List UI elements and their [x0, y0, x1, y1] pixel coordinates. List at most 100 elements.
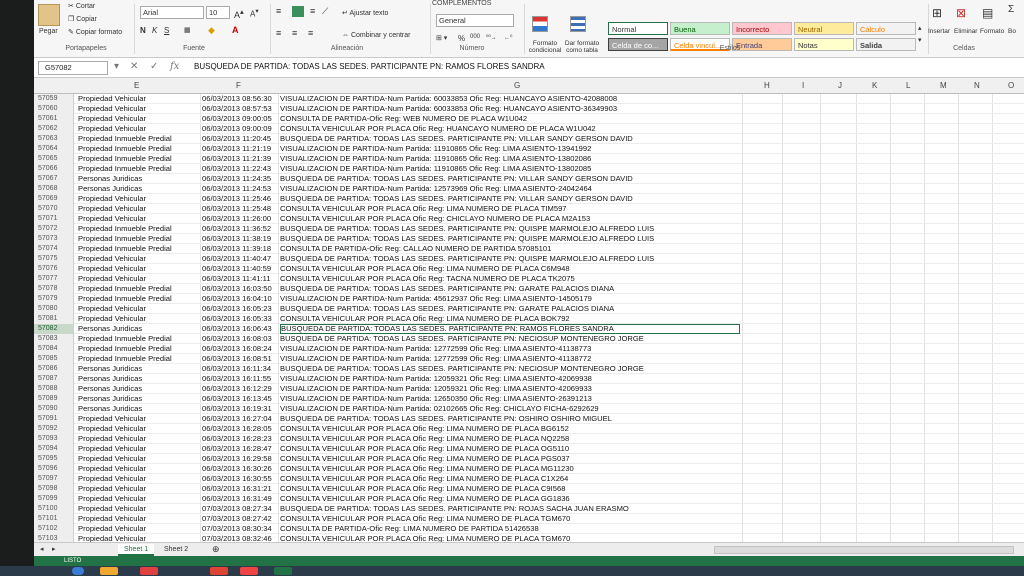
cell-f[interactable]: 06/03/2013 11:26:00: [202, 214, 278, 224]
cell-g[interactable]: BUSQUEDA DE PARTIDA: TODAS LAS SEDES. PA…: [280, 134, 740, 144]
cell-g[interactable]: CONSULTA VEHICULAR POR PLACA Ofic Reg: L…: [280, 434, 740, 444]
cell-g[interactable]: VISUALIZACION DE PARTIDA-Num Partida: 60…: [280, 94, 740, 104]
cell-g[interactable]: CONSULTA VEHICULAR POR PLACA Ofic Reg: H…: [280, 124, 740, 134]
cell-f[interactable]: 06/03/2013 16:27:04: [202, 414, 278, 424]
cell-e[interactable]: Propiedad Vehicular: [78, 264, 200, 274]
table-row[interactable]: 57098 Propiedad Vehicular 06/03/2013 16:31…: [34, 484, 1024, 494]
cell-e[interactable]: Propiedad Inmueble Predial: [78, 144, 200, 154]
cell-f[interactable]: 06/03/2013 11:21:19: [202, 144, 278, 154]
table-row[interactable]: 57080 Propiedad Vehicular 06/03/2013 16:05…: [34, 304, 1024, 314]
table-row[interactable]: 57086 Personas Juridicas 06/03/2013 16:11:…: [34, 364, 1024, 374]
row-header[interactable]: 57076: [34, 264, 74, 274]
cell-f[interactable]: 06/03/2013 16:04:10: [202, 294, 278, 304]
row-header[interactable]: 57080: [34, 304, 74, 314]
cell-g[interactable]: VISUALIZACION DE PARTIDA-Num Partida: 12…: [280, 184, 740, 194]
table-row[interactable]: 57099 Propiedad Vehicular 06/03/2013 16:31…: [34, 494, 1024, 504]
table-row[interactable]: 57062 Propiedad Vehicular 06/03/2013 09:00…: [34, 124, 1024, 134]
cell-g[interactable]: VISUALIZACION DE PARTIDA-Num Partida: 11…: [280, 154, 740, 164]
align-center-icon[interactable]: ≡: [292, 28, 297, 38]
cell-g[interactable]: CONSULTA VEHICULAR POR PLACA Ofic Reg: L…: [280, 314, 740, 324]
table-row[interactable]: 57083 Propiedad Inmueble Predial 06/03/201…: [34, 334, 1024, 344]
underline-button[interactable]: S: [164, 26, 169, 35]
cell-e[interactable]: Propiedad Vehicular: [78, 494, 200, 504]
sheet-tab-1[interactable]: Sheet 1: [118, 544, 155, 556]
cell-f[interactable]: 06/03/2013 11:24:35: [202, 174, 278, 184]
thousands-icon[interactable]: 000: [470, 34, 480, 40]
cell-e[interactable]: Propiedad Inmueble Predial: [78, 134, 200, 144]
table-row[interactable]: 57103 Propiedad Vehicular 07/03/2013 08:32…: [34, 534, 1024, 542]
cell-f[interactable]: 06/03/2013 16:05:23: [202, 304, 278, 314]
table-row[interactable]: 57100 Propiedad Vehicular 07/03/2013 08:27…: [34, 504, 1024, 514]
formula-input[interactable]: BUSQUEDA DE PARTIDA: TODAS LAS SEDES. PA…: [194, 62, 545, 71]
table-row[interactable]: 57076 Propiedad Vehicular 06/03/2013 11:40…: [34, 264, 1024, 274]
row-header[interactable]: 57095: [34, 454, 74, 464]
cell-f[interactable]: 06/03/2013 11:39:18: [202, 244, 278, 254]
cell-f[interactable]: 06/03/2013 16:28:05: [202, 424, 278, 434]
table-row[interactable]: 57079 Propiedad Inmueble Predial 06/03/201…: [34, 294, 1024, 304]
cell-g[interactable]: CONSULTA VEHICULAR POR PLACA Ofic Reg: L…: [280, 534, 740, 542]
row-header[interactable]: 57087: [34, 374, 74, 384]
cell-f[interactable]: 06/03/2013 09:00:09: [202, 124, 278, 134]
row-header[interactable]: 57099: [34, 494, 74, 504]
cell-e[interactable]: Personas Juridicas: [78, 384, 200, 394]
table-row[interactable]: 57074 Propiedad Inmueble Predial 06/03/201…: [34, 244, 1024, 254]
row-header[interactable]: 57085: [34, 354, 74, 364]
cell-f[interactable]: 07/03/2013 08:30:34: [202, 524, 278, 534]
column-header-e[interactable]: E: [134, 81, 139, 90]
currency-icon[interactable]: ⊞ ▾: [436, 34, 447, 42]
table-row[interactable]: 57061 Propiedad Vehicular 06/03/2013 09:00…: [34, 114, 1024, 124]
cell-g[interactable]: BUSQUEDA DE PARTIDA: TODAS LAS SEDES. PA…: [280, 284, 740, 294]
font-size-select[interactable]: 10: [206, 6, 230, 19]
table-row[interactable]: 57097 Propiedad Vehicular 06/03/2013 16:30…: [34, 474, 1024, 484]
table-row[interactable]: 57093 Propiedad Vehicular 06/03/2013 16:28…: [34, 434, 1024, 444]
cell-f[interactable]: 06/03/2013 16:12:29: [202, 384, 278, 394]
cell-e[interactable]: Propiedad Vehicular: [78, 214, 200, 224]
fill-color-icon[interactable]: ◆: [208, 25, 215, 36]
cell-g[interactable]: CONSULTA DE PARTIDA-Ofic Reg: WEB NUMERO…: [280, 114, 740, 124]
cell-f[interactable]: 06/03/2013 11:41:11: [202, 274, 278, 284]
table-row[interactable]: 57070 Propiedad Vehicular 06/03/2013 11:25…: [34, 204, 1024, 214]
font-color-icon[interactable]: A: [232, 25, 239, 35]
cell-f[interactable]: 06/03/2013 16:08:51: [202, 354, 278, 364]
cell-f[interactable]: 06/03/2013 16:30:55: [202, 474, 278, 484]
table-row[interactable]: 57084 Propiedad Inmueble Predial 06/03/201…: [34, 344, 1024, 354]
cell-e[interactable]: Propiedad Inmueble Predial: [78, 334, 200, 344]
row-header[interactable]: 57070: [34, 204, 74, 214]
cell-g[interactable]: CONSULTA VEHICULAR POR PLACA Ofic Reg: L…: [280, 424, 740, 434]
cell-e[interactable]: Propiedad Inmueble Predial: [78, 234, 200, 244]
cell-e[interactable]: Propiedad Vehicular: [78, 274, 200, 284]
explorer-taskbar-icon[interactable]: [100, 567, 118, 575]
cell-g[interactable]: CONSULTA DE PARTIDA-Ofic Reg: LIMA NUMER…: [280, 524, 740, 534]
increase-decimal-icon[interactable]: ⁰⁰→: [486, 34, 497, 41]
cell-f[interactable]: 06/03/2013 16:28:47: [202, 444, 278, 454]
cell-f[interactable]: 06/03/2013 16:19:31: [202, 404, 278, 414]
cell-e[interactable]: Propiedad Vehicular: [78, 314, 200, 324]
cell-e[interactable]: Propiedad Vehicular: [78, 204, 200, 214]
row-header[interactable]: 57092: [34, 424, 74, 434]
cell-f[interactable]: 06/03/2013 11:25:48: [202, 204, 278, 214]
cell-e[interactable]: Propiedad Vehicular: [78, 524, 200, 534]
row-header[interactable]: 57069: [34, 194, 74, 204]
cell-g[interactable]: VISUALIZACION DE PARTIDA-Num Partida: 11…: [280, 144, 740, 154]
table-row[interactable]: 57088 Personas Juridicas 06/03/2013 16:12:…: [34, 384, 1024, 394]
cell-f[interactable]: 06/03/2013 11:38:19: [202, 234, 278, 244]
increase-font-icon[interactable]: A▴: [234, 7, 244, 20]
namebox-dropdown-icon[interactable]: ▾: [114, 61, 119, 72]
decrease-font-icon[interactable]: A▾: [250, 7, 259, 19]
merge-center-button[interactable]: ⇔ Combinar y centrar: [342, 32, 410, 39]
row-header[interactable]: 57091: [34, 414, 74, 424]
cell-e[interactable]: Propiedad Vehicular: [78, 444, 200, 454]
row-header[interactable]: 57094: [34, 444, 74, 454]
cell-e[interactable]: Propiedad Inmueble Predial: [78, 224, 200, 234]
app2-taskbar-icon[interactable]: [240, 567, 258, 575]
browser-taskbar-icon[interactable]: [140, 567, 158, 575]
cell-e[interactable]: Personas Juridicas: [78, 404, 200, 414]
cell-g[interactable]: VISUALIZACION DE PARTIDA-Num Partida: 12…: [280, 394, 740, 404]
row-header[interactable]: 57096: [34, 464, 74, 474]
cell-f[interactable]: 06/03/2013 11:22:43: [202, 164, 278, 174]
cell-g[interactable]: VISUALIZACION DE PARTIDA-Num Partida: 60…: [280, 104, 740, 114]
row-header[interactable]: 57061: [34, 114, 74, 124]
wrap-text-button[interactable]: ↵ Ajustar texto: [342, 9, 388, 17]
cell-e[interactable]: Propiedad Vehicular: [78, 114, 200, 124]
column-header-o[interactable]: O: [1008, 81, 1014, 90]
